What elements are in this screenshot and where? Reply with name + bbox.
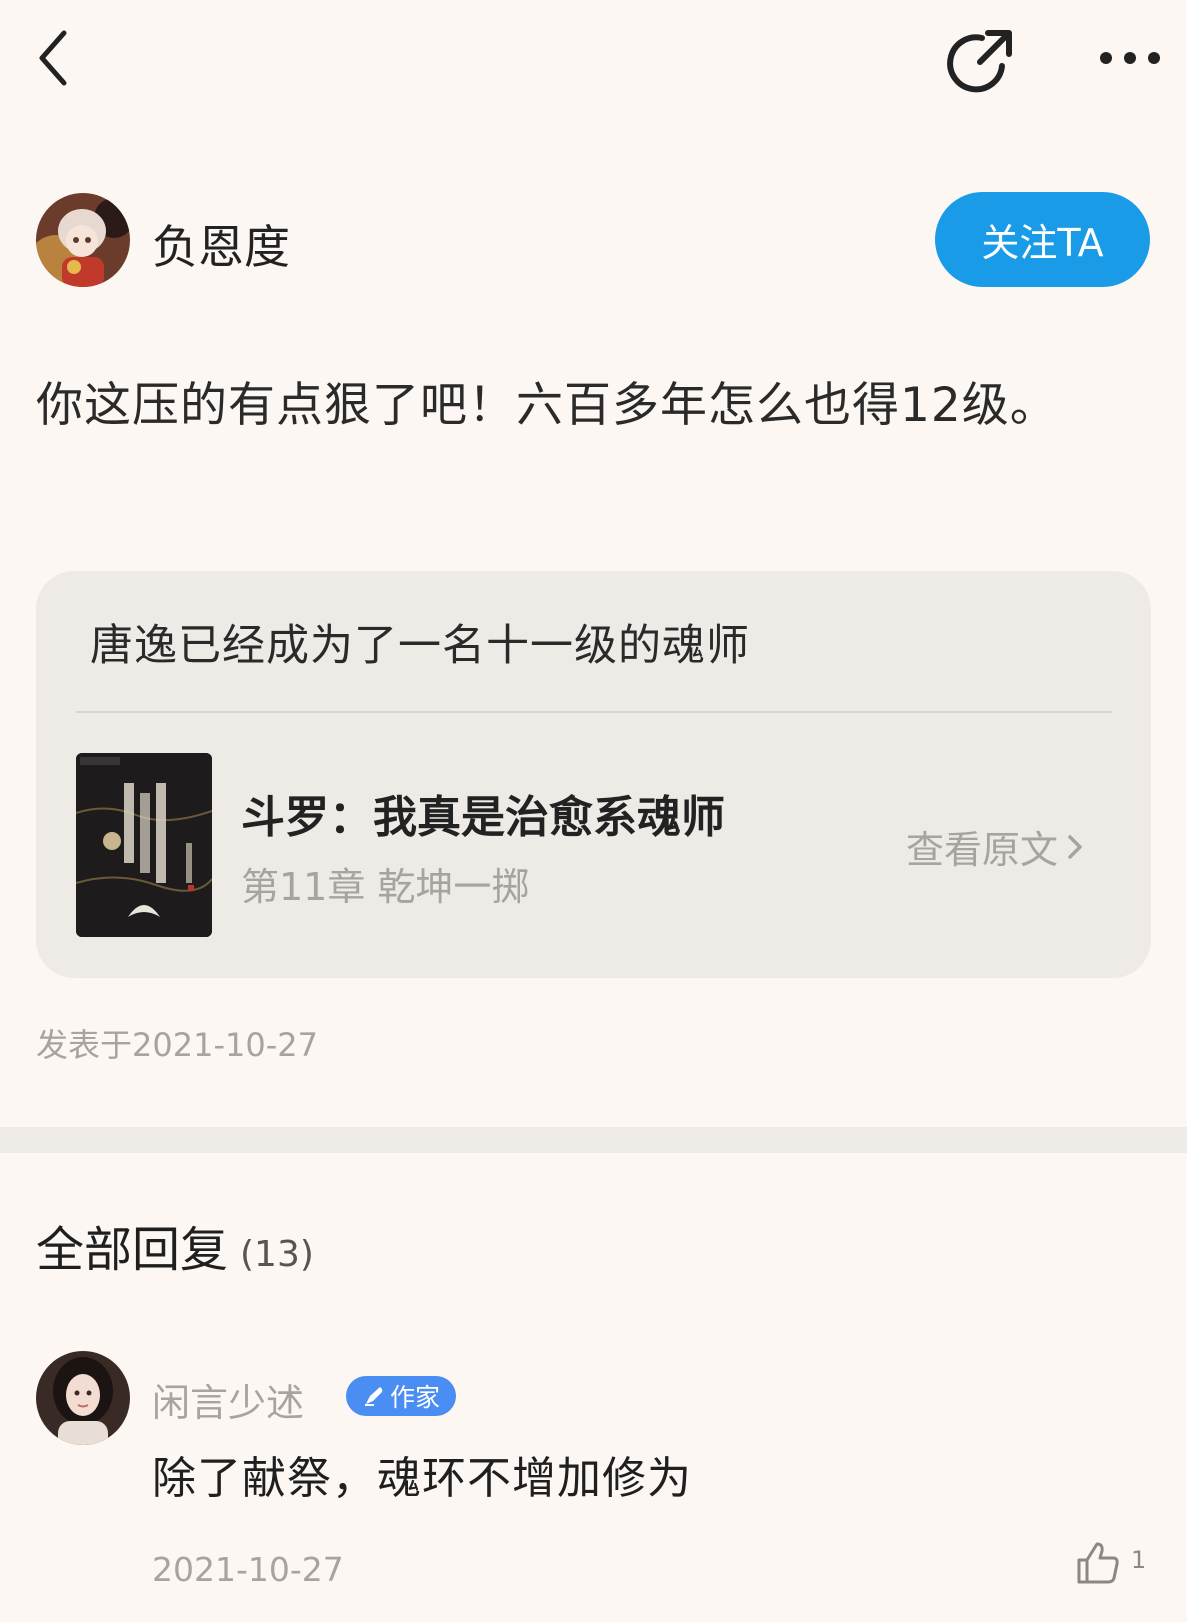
section-divider <box>0 1127 1187 1153</box>
author-avatar[interactable] <box>36 193 130 287</box>
chevron-left-icon <box>39 30 67 86</box>
more-dots-icon <box>1100 52 1160 64</box>
reply-text: 除了献祭，魂环不增加修为 <box>152 1453 692 1504</box>
follow-button[interactable]: 关注TA <box>935 192 1150 287</box>
reply-avatar[interactable] <box>36 1351 130 1445</box>
chevron-right-icon <box>1068 834 1082 859</box>
share-button[interactable] <box>942 24 1017 99</box>
like-count: 1 <box>1131 1546 1147 1574</box>
replies-heading: 全部回复 (13) <box>36 1210 314 1280</box>
author-name[interactable]: 负恩度 <box>152 211 290 277</box>
view-original-button[interactable]: 查看原文 <box>906 819 1084 874</box>
quote-text: 唐逸已经成为了一名十一级的魂师 <box>90 621 750 671</box>
post-date: 发表于2021-10-27 <box>36 1026 318 1064</box>
replies-heading-label: 全部回复 <box>36 1222 229 1278</box>
thumbs-up-icon <box>1077 1542 1119 1584</box>
author-badge: 作家 <box>346 1376 456 1416</box>
more-button[interactable] <box>1095 40 1165 76</box>
quote-divider <box>76 711 1112 713</box>
replies-count: (13) <box>240 1234 314 1275</box>
post-text: 你这压的有点狠了吧！六百多年怎么也得12级。 <box>36 378 1058 433</box>
share-refresh-icon <box>946 29 1012 92</box>
view-original-label: 查看原文 <box>906 828 1059 872</box>
back-button[interactable] <box>28 25 78 91</box>
book-chapter: 第11章 乾坤一掷 <box>241 865 530 909</box>
author-badge-label: 作家 <box>389 1383 440 1412</box>
like-button[interactable]: 1 <box>1075 1540 1146 1586</box>
book-cover[interactable] <box>76 753 212 937</box>
reply-author-name[interactable]: 闲言少述 <box>152 1372 304 1427</box>
book-title[interactable]: 斗罗：我真是治愈系魂师 <box>241 781 725 845</box>
reply-date: 2021-10-27 <box>152 1550 344 1589</box>
pen-icon <box>364 1387 383 1406</box>
quote-card[interactable]: 唐逸已经成为了一名十一级的魂师 斗罗：我真是治愈系魂师 第11章 乾坤一掷 查看… <box>36 571 1151 978</box>
